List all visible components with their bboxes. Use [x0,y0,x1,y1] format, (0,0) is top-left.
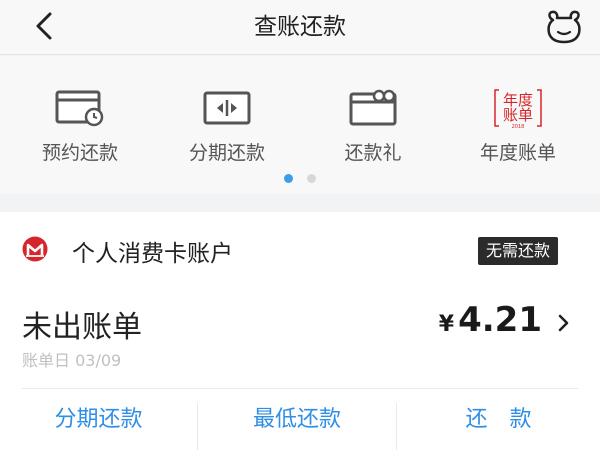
page-title: 查账还款 [254,14,346,40]
back-button[interactable] [26,8,62,44]
quick-action-label: 分期还款 [188,142,265,164]
nav-bar: 查账还款 [0,0,600,55]
status-badge: 无需还款 [477,237,558,265]
profile-button[interactable] [542,6,586,48]
quick-action-label: 还款礼 [344,142,402,164]
quick-action-annual-bill[interactable]: 年度 账单 2018 年度账单 [443,86,593,166]
currency-symbol: ¥ [438,312,455,337]
page-indicator [0,174,600,186]
installment-repay-button[interactable]: 分期还款 [0,389,197,450]
quick-action-repayment-gift[interactable]: 还款礼 [298,86,448,166]
page-dot-active [284,174,293,183]
svg-text:账单: 账单 [503,106,533,124]
bill-date: 账单日 03/09 [22,351,122,370]
minimum-repay-button[interactable]: 最低还款 [198,389,396,450]
cmb-logo-icon [22,236,48,262]
quick-action-label: 预约还款 [41,142,118,164]
bill-status: 未出账单 [22,310,142,345]
chevron-right-icon[interactable] [554,313,574,333]
card-gift-icon [345,86,401,130]
amount-value: 4.21 [458,300,542,340]
account-card[interactable]: 个人消费卡账户 无需还款 未出账单 账单日 03/09 ¥4.21 分期还款 最… [0,212,600,450]
frog-avatar-icon [547,10,581,44]
quick-action-label: 年度账单 [479,142,556,164]
chevron-left-icon [36,12,52,40]
quick-actions: 预约还款 分期还款 还款礼 年度 账单 2018 年度账单 [0,56,600,194]
quick-action-scheduled-repayment[interactable]: 预约还款 [5,86,155,166]
card-installment-icon [199,86,255,130]
bill-amount[interactable]: ¥4.21 [439,300,542,340]
account-name: 个人消费卡账户 [72,241,233,267]
annual-bill-stamp-icon: 年度 账单 2018 [490,86,546,130]
repay-button[interactable]: 还 款 [397,389,600,450]
action-bar: 分期还款 最低还款 还 款 [0,389,600,450]
card-clock-icon [52,86,108,130]
page-dot [307,174,316,183]
quick-action-installment[interactable]: 分期还款 [152,86,302,166]
svg-text:2018: 2018 [512,124,525,130]
